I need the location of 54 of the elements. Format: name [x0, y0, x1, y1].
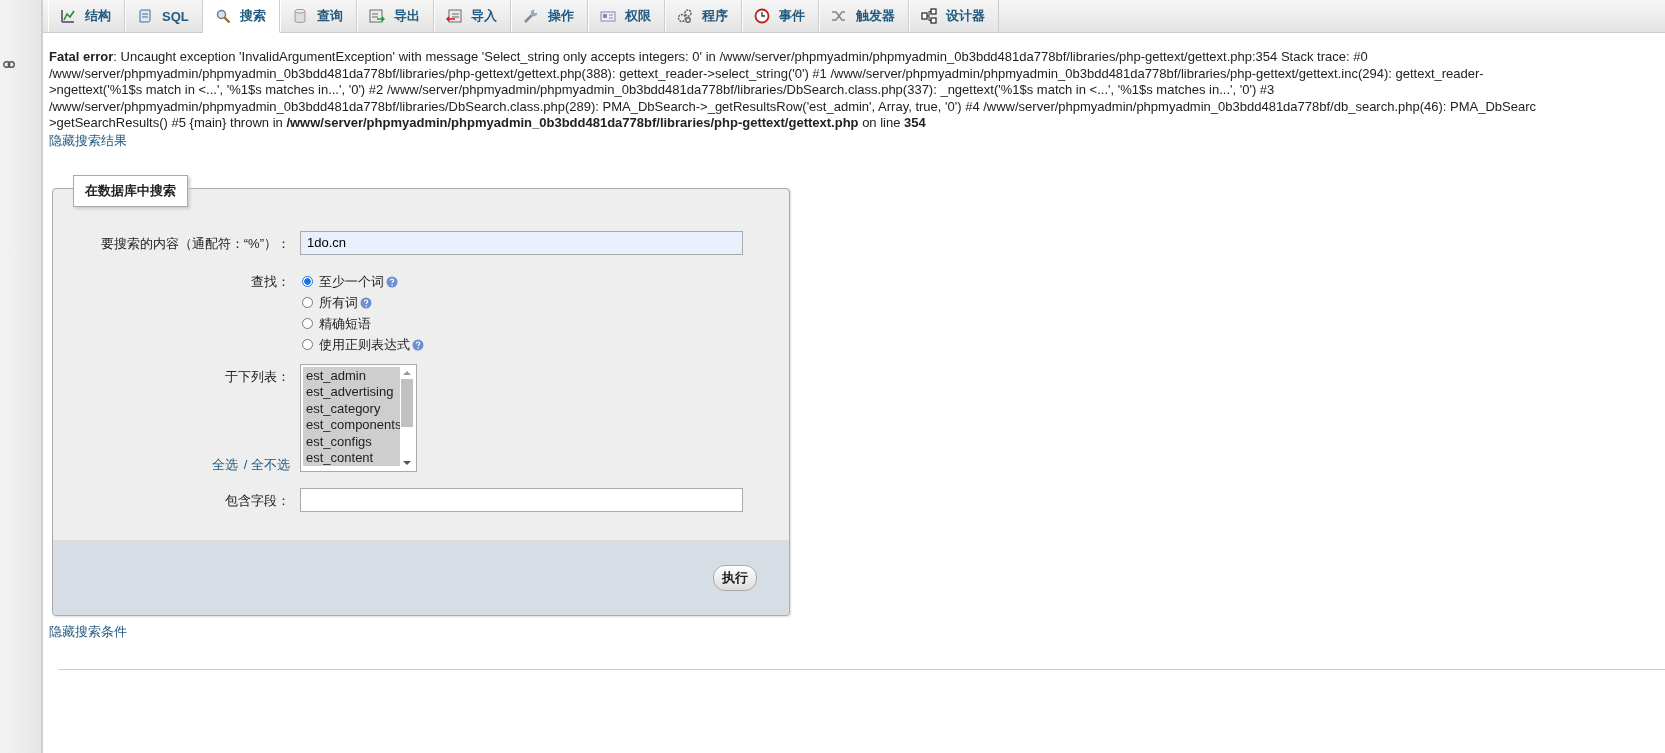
- chart-icon: [60, 8, 76, 24]
- panel-legend: 在数据库中搜索: [73, 174, 188, 207]
- tab[interactable]: 搜索: [202, 0, 280, 33]
- error-message: Fatal error: Uncaught exception 'InvalidArgumentException' with message 'Select_string only accepts integers: 0' in /www/server/phpmyadmin/phpmyadmin_0b3bdd481da778bf/libraries/php-gettext/gettext.php:354 Stack trace: #0 /www/server/phpmyadmin/phpmyadmin_0b3bdd481da778bf/libraries/php-gettext/gettext.php(388): gettext_reader->select_string('0') #1 /www/server/phpmyadmin/phpmyadmin_0b3bdd481da778bf/libraries/php-gettext/gettext.inc(294): gettext_reader- >ngettext('%1$s match in <...', '%1$s matches in...', '0') #2 /www/server/phpmyadmin/phpmyadmin_0b3bdd481da778bf/libraries/DbSearch.class.php(337): _ngettext('%1$s match in <...', '%1$s matches in...', '0') #3 /www/server/phpmyadmin/phpmyadmin_0b3bdd481da778bf/libraries/DbSearch.class.php(289): PMA_DbSearch->_getResultsRow('est_admin', Array, true, '0') #4 /www/server/phpmyadmin/phpmyadmin_0b3bdd481da778bf/db_search.php(46): PMA_DbSearc >getSearchResults() #5 {main} thrown in /www/server/phpmyadmin/phpmyadmin_0b3bdd481da778bf/libraries/php-gettext/gettext.php on line 354: [49, 49, 1538, 132]
- scroll-down-icon[interactable]: [403, 460, 411, 466]
- list-option[interactable]: est_admin: [303, 366, 400, 383]
- scroll-icon: [137, 8, 153, 24]
- search-field[interactable]: 1do.cn: [300, 230, 743, 255]
- tab[interactable]: 操作: [510, 0, 588, 32]
- link-icon[interactable]: [3, 61, 15, 68]
- gears-icon: [676, 8, 693, 24]
- list-option[interactable]: est_content: [303, 449, 400, 466]
- help-icon[interactable]: [360, 296, 372, 309]
- tab[interactable]: 导入: [433, 0, 511, 32]
- tab[interactable]: 设计器: [908, 0, 999, 32]
- select-none-link[interactable]: / 全不选: [243, 455, 290, 474]
- radio-label[interactable]: 至少一个词: [319, 272, 384, 291]
- wrench-icon: [522, 8, 539, 24]
- radio-label[interactable]: 使用正则表达式: [319, 335, 410, 354]
- execute-button[interactable]: 执行: [713, 564, 757, 591]
- field-label: 要搜索的内容（通配符：“%”）：: [100, 235, 290, 251]
- list-option[interactable]: est_advertising: [303, 383, 400, 400]
- tab[interactable]: 触发器: [818, 0, 909, 32]
- radio-label[interactable]: 所有词: [319, 293, 358, 312]
- radio-label[interactable]: 精确短语: [319, 314, 371, 333]
- shuffle-icon: [830, 8, 847, 24]
- radio-button[interactable]: [302, 297, 313, 308]
- help-icon[interactable]: [412, 338, 424, 351]
- field-label: 查找：: [251, 273, 290, 289]
- select-all-link[interactable]: 全选: [211, 455, 238, 474]
- column-field[interactable]: [300, 487, 743, 512]
- field-label: 包含字段：: [225, 492, 290, 508]
- tab[interactable]: 查询: [279, 0, 357, 32]
- tab[interactable]: 导出: [356, 0, 434, 32]
- radio-button[interactable]: [302, 339, 313, 350]
- clock-icon: [753, 8, 770, 24]
- export-icon: [368, 8, 385, 24]
- search-icon: [214, 8, 231, 24]
- card-icon: [599, 8, 616, 24]
- tab[interactable]: 权限: [587, 0, 665, 32]
- cylinder-icon: [291, 8, 308, 24]
- tab[interactable]: SQL: [125, 0, 203, 32]
- tab[interactable]: 事件: [741, 0, 819, 32]
- diagram-icon: [920, 8, 937, 24]
- hide-criteria-link[interactable]: 隐藏搜索条件: [49, 622, 127, 641]
- scroll-up-icon[interactable]: [403, 369, 411, 375]
- import-icon: [445, 8, 462, 24]
- radio-button[interactable]: [302, 276, 313, 287]
- tab[interactable]: 程序: [664, 0, 742, 32]
- tab[interactable]: 结构: [48, 0, 125, 32]
- field-label: 于下列表：: [225, 367, 290, 386]
- hide-results-link[interactable]: 隐藏搜索结果: [49, 131, 127, 150]
- help-icon[interactable]: [386, 275, 398, 288]
- radio-button[interactable]: [302, 318, 313, 329]
